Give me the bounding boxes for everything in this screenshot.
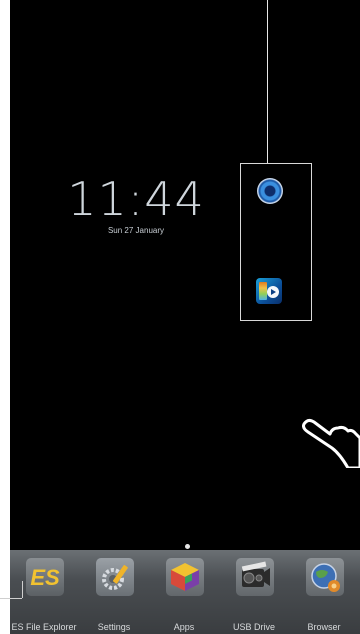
media-player-film-strip — [259, 282, 267, 300]
dock-label-settings: Settings — [97, 622, 131, 632]
speaker-icon[interactable] — [257, 178, 283, 204]
page-indicator-dot — [185, 544, 190, 549]
app-dock: ES ES File Explorer Settings Apps USB Dr… — [10, 550, 360, 634]
apps-icon — [166, 558, 204, 596]
dock-label-browser: Browser — [307, 622, 341, 632]
usb-drive-icon — [236, 558, 274, 596]
callout-line-dock — [0, 598, 22, 599]
play-icon — [267, 286, 279, 298]
es-file-explorer-icon: ES — [26, 558, 64, 596]
callout-line-widgets — [267, 0, 268, 163]
dock-label-apps: Apps — [173, 622, 195, 632]
settings-icon — [96, 558, 134, 596]
clock-time: 11:44 — [67, 172, 205, 226]
swipe-hand-icon — [302, 418, 360, 468]
media-player-icon[interactable] — [256, 278, 282, 304]
dock-label-es-file-explorer: ES File Explorer — [11, 622, 77, 632]
clock-date: Sun 27 January — [107, 226, 165, 235]
svg-text:ES: ES — [30, 565, 60, 590]
browser-icon — [306, 558, 344, 596]
dock-item-usb-drive[interactable]: USB Drive — [222, 550, 286, 634]
dock-label-usb-drive: USB Drive — [232, 622, 275, 632]
callout-tick-dock — [22, 581, 23, 598]
dock-item-settings[interactable]: Settings — [82, 550, 146, 634]
dock-item-browser[interactable]: Browser — [292, 550, 356, 634]
dock-item-apps[interactable]: Apps — [152, 550, 216, 634]
